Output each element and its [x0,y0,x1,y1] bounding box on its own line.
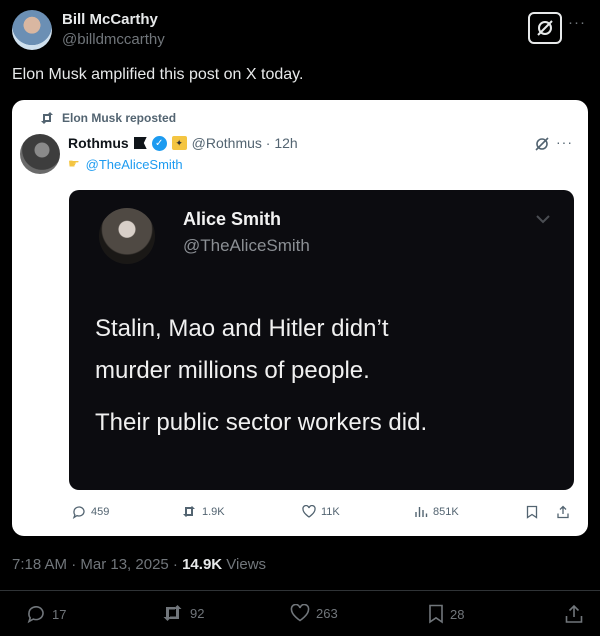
post-header: Bill McCarthy @billdmccarthy ··· [12,8,588,54]
author-name[interactable]: Bill McCarthy [62,11,158,28]
repost-count: 92 [190,605,205,621]
views-label: Views [222,556,267,573]
like-button[interactable]: 263 [290,604,338,622]
screenshot-likes: 11K [302,505,340,518]
mention: ☛ @TheAliceSmith [68,156,183,172]
screenshot-replies: 459 [72,505,109,519]
share-icon [556,505,570,519]
quoted-author-avatar [99,208,155,264]
chevron-down-icon [535,214,551,224]
quoted-author-handle: @TheAliceSmith [183,236,310,255]
bookmark-count: 28 [450,606,465,622]
reposted-author-avatar [20,134,60,174]
quoted-line: murder millions of people. [95,357,370,384]
heart-icon [302,505,316,518]
post-time[interactable]: 7:18 AM · Mar 13, 2025 · [12,556,182,573]
reposted-author-handle: @Rothmus · 12h [191,135,298,151]
repost-button[interactable]: 92 [162,604,204,622]
views-icon [415,507,428,517]
reposted-author-name: Rothmus [68,135,129,151]
screenshot-reposts: 1.9K [182,505,225,518]
post-text: Elon Musk amplified this post on X today… [12,66,304,83]
share-button[interactable] [564,604,584,624]
screenshot-actions: 459 1.9K 11K 851K [68,505,578,525]
badge-icon: ✦ [171,136,187,150]
reply-count: 17 [52,606,67,622]
quoted-line: Stalin, Mao and Hitler didn’t [95,315,389,342]
embedded-screenshot[interactable]: Elon Musk reposted Rothmus ✓ ✦ @Rothmus … [12,100,588,536]
repost-indicator: Elon Musk reposted [40,111,176,125]
quoted-line: Their public sector workers did. [95,409,428,436]
mention-text: @TheAliceSmith [85,156,183,172]
repost-icon [163,605,182,621]
share-icon [565,604,583,623]
more-icon: ··· [556,134,573,150]
reply-icon [27,606,44,624]
author-avatar[interactable] [12,10,52,50]
verified-icon: ✓ [151,135,167,151]
quoted-author-name: Alice Smith [183,209,282,229]
quoted-post-image: Alice Smith @TheAliceSmith Stalin, Mao a… [69,190,574,490]
author-handle[interactable]: @billdmccarthy [62,31,165,48]
reposted-author: Rothmus ✓ ✦ @Rothmus · 12h [68,135,298,151]
post-meta: 7:18 AM · Mar 13, 2025 · 14.9K Views [12,556,266,573]
pointing-hand-icon: ☛ [68,156,80,171]
heart-icon [290,604,310,622]
grok-icon [537,20,553,36]
action-bar: 17 92 263 28 [0,600,600,630]
quoted-text: Stalin, Mao and Hitler didn’t murder mil… [95,308,555,444]
divider [0,590,600,591]
grok-button[interactable] [528,12,562,44]
reply-icon [72,506,85,519]
screenshot-views: 851K [414,505,459,518]
bookmark-icon [429,604,443,624]
bookmark-icon [526,505,538,519]
bookmark-button[interactable]: 28 [428,604,464,624]
like-count: 263 [316,605,338,621]
repost-icon [41,112,53,124]
more-options-button[interactable]: ··· [568,14,586,31]
repost-icon [183,506,195,517]
reply-button[interactable]: 17 [26,604,66,624]
view-count: 14.9K [182,556,223,573]
flag-icon [133,137,147,149]
grok-icon [534,136,550,152]
repost-label: Elon Musk reposted [62,111,177,125]
